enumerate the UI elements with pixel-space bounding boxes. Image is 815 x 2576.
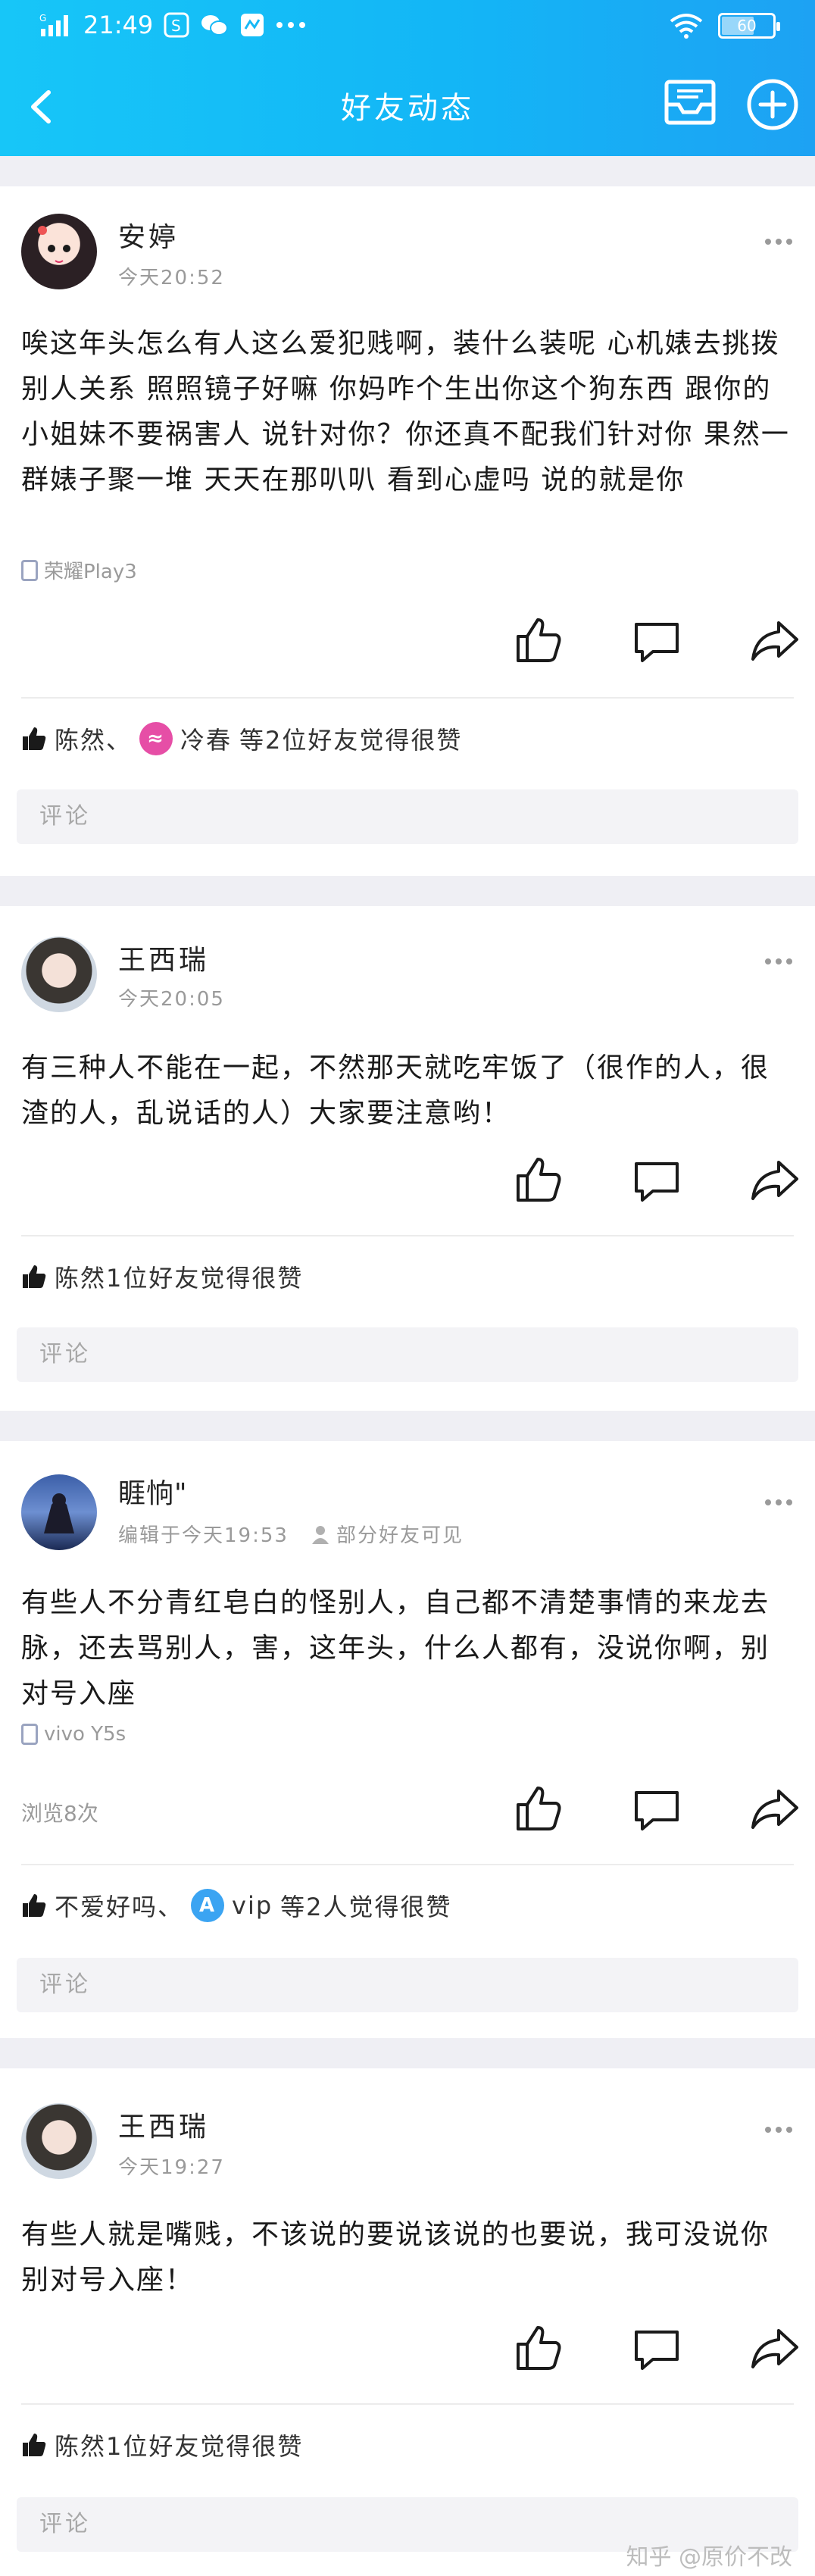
view-count: 浏览8次 [21, 1801, 98, 1826]
phone-icon [21, 559, 38, 581]
device-label: 荣耀Play3 [21, 556, 137, 584]
visibility-label: 部分好友可见 [311, 1520, 464, 1548]
like-icon[interactable] [512, 2321, 565, 2374]
share-icon[interactable] [748, 2321, 801, 2374]
comment-input[interactable]: 评论 [17, 789, 798, 844]
likes-second-name: vip [232, 1891, 273, 1920]
post-time: 今天20:52 [118, 267, 225, 289]
liker-avatar: A [191, 1889, 225, 1922]
post-time: 今天19:27 [118, 2156, 225, 2179]
likes-second-name: 冷春 [180, 726, 233, 755]
visibility-text: 部分好友可见 [336, 1524, 464, 1547]
like-icon[interactable] [512, 614, 565, 667]
avatar[interactable] [21, 936, 97, 1012]
like-icon[interactable] [512, 1782, 565, 1835]
wechat-icon [201, 15, 229, 36]
feed-post: 睚恦" 编辑于今天19:53 部分好友可见 有些人不分青红皂白的怪别人，自己都不… [0, 1441, 815, 2038]
comment-input[interactable]: 评论 [17, 1327, 798, 1382]
likes-first-name: 不爱好吗、 [55, 1893, 184, 1921]
comment-input[interactable]: 评论 [17, 1958, 798, 2012]
comment-icon[interactable] [630, 1153, 683, 1206]
post-content: 有些人不分青红皂白的怪别人，自己都不清楚事情的来龙去脉，还去骂别人，害，这年头，… [21, 1587, 770, 1709]
post-content: 有些人就是嘴贱，不该说的要说该说的也要说，我可没说你别对号入座！ [21, 2219, 770, 2296]
likes-first-name: 陈然、 [55, 726, 133, 755]
likes-summary[interactable]: 陈然1位好友觉得很赞 [21, 1259, 303, 1294]
divider [21, 1235, 794, 1236]
signal-icon: G [39, 13, 68, 36]
share-icon[interactable] [748, 614, 801, 667]
post-author-name[interactable]: 睚恦" [118, 1471, 188, 1511]
liked-icon [23, 727, 46, 750]
likes-first-name: 陈然1位好友觉得很赞 [55, 1264, 304, 1293]
like-icon[interactable] [512, 1153, 565, 1206]
likes-summary[interactable]: 不爱好吗、 A vip 等2人觉得很赞 [21, 1888, 452, 1923]
status-time: 21:49 [83, 11, 154, 39]
comment-icon[interactable] [630, 614, 683, 667]
share-icon[interactable] [748, 1153, 801, 1206]
more-options-icon[interactable] [765, 2121, 798, 2133]
liker-avatar: ≈ [139, 722, 173, 755]
divider [21, 1864, 794, 1865]
more-options-icon[interactable] [765, 233, 798, 245]
device-name: 荣耀Play3 [44, 561, 137, 583]
person-icon [312, 1525, 329, 1544]
more-options-icon[interactable] [765, 1494, 798, 1505]
post-time: 编辑于今天19:53 [118, 1524, 289, 1547]
comment-icon[interactable] [630, 1782, 683, 1835]
watermark: 知乎 @原价不改 [626, 2544, 792, 2571]
comment-icon[interactable] [630, 2321, 683, 2374]
wifi-icon [670, 14, 703, 39]
svg-text:G: G [39, 13, 46, 23]
feed-post: 王西瑞 今天19:27 有些人就是嘴贱，不该说的要说该说的也要说，我可没说你别对… [0, 2068, 815, 2576]
likes-suffix: 等2位好友觉得很赞 [239, 726, 463, 755]
add-icon[interactable] [745, 77, 800, 132]
likes-summary[interactable]: 陈然1位好友觉得很赞 [21, 2428, 303, 2462]
post-content: 唉这年头怎么有人这么爱犯贱啊，装什么装呢 心机婊去挑拨别人关系 照照镜子好嘛 你… [21, 328, 790, 496]
divider [21, 2403, 794, 2405]
more-notifications-icon [276, 22, 306, 28]
app-header: G 21:49 S 60 好友动态 [0, 0, 815, 156]
avatar[interactable] [21, 1474, 97, 1550]
divider [21, 697, 794, 699]
app-notify-icon [241, 14, 264, 36]
liked-icon [23, 1265, 46, 1288]
likes-suffix: 等2人觉得很赞 [280, 1893, 452, 1921]
avatar[interactable] [21, 2103, 97, 2179]
more-options-icon[interactable] [765, 953, 798, 964]
likes-summary[interactable]: 陈然、 ≈ 冷春 等2位好友觉得很赞 [21, 721, 462, 756]
avatar[interactable] [21, 214, 97, 289]
feed-post: 王西瑞 今天20:05 有三种人不能在一起，不然那天就吃牢饭了（很作的人，很渣的… [0, 906, 815, 1411]
liked-icon [23, 2434, 46, 2456]
message-box-icon[interactable] [660, 71, 721, 132]
battery-icon: 60 [718, 13, 780, 39]
phone-icon [21, 1724, 38, 1745]
post-content: 有三种人不能在一起，不然那天就吃牢饭了（很作的人，很渣的人，乱说话的人）大家要注… [21, 1052, 770, 1129]
device-label: vivo Y5s [21, 1723, 126, 1746]
device-name: vivo Y5s [44, 1723, 126, 1746]
soul-app-icon: S [164, 12, 189, 38]
post-author-name[interactable]: 安婷 [118, 215, 179, 255]
battery-level: 60 [737, 17, 757, 35]
post-time: 今天20:05 [118, 988, 225, 1011]
share-icon[interactable] [748, 1782, 801, 1835]
feed-post: 安婷 今天20:52 唉这年头怎么有人这么爱犯贱啊，装什么装呢 心机婊去挑拨别人… [0, 186, 815, 876]
status-bar: G 21:49 S 60 [0, 0, 815, 59]
post-author-name[interactable]: 王西瑞 [118, 2105, 209, 2144]
likes-first-name: 陈然1位好友觉得很赞 [55, 2432, 304, 2461]
post-author-name[interactable]: 王西瑞 [118, 938, 209, 977]
liked-icon [23, 1894, 46, 1917]
navigation-bar: 好友动态 [0, 59, 815, 156]
svg-text:S: S [171, 17, 181, 35]
